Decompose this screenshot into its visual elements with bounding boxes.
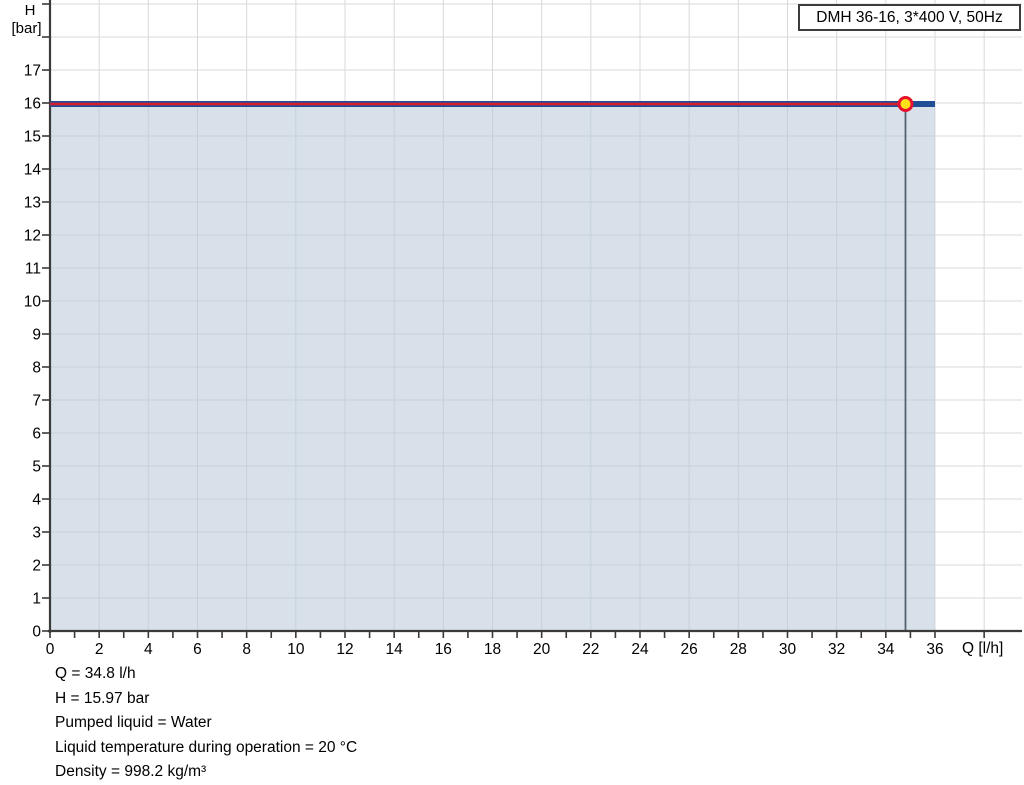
y-tick-label: 2 — [32, 558, 41, 575]
y-tick-label: 4 — [32, 492, 41, 509]
y-tick-label: 10 — [24, 294, 42, 311]
operating-point-marker — [897, 95, 914, 112]
y-tick-label: 13 — [24, 195, 41, 212]
x-tick-label: 22 — [582, 641, 599, 658]
legend-label: DMH 36-16, 3*400 V, 50Hz — [816, 8, 1003, 26]
x-tick-label: 10 — [287, 641, 305, 658]
y-tick-label: 9 — [32, 327, 41, 344]
x-axis-unit: Q [l/h] — [962, 640, 1004, 657]
y-tick-label: 11 — [25, 261, 41, 278]
y-tick-label: 5 — [32, 459, 41, 476]
x-tick-label: 34 — [877, 641, 895, 658]
y-tick-label: 7 — [32, 393, 41, 410]
y-tick-label: 15 — [24, 129, 41, 146]
x-tick-label: 30 — [779, 641, 797, 658]
y-tick-label: 3 — [32, 525, 41, 542]
info-liquid: Pumped liquid = Water — [55, 714, 212, 732]
x-tick-label: 6 — [193, 641, 202, 658]
x-tick-label: 28 — [730, 641, 747, 658]
y-tick-label: 1 — [32, 591, 41, 608]
x-tick-label: 14 — [386, 641, 404, 658]
x-tick-label: 2 — [95, 641, 104, 658]
pump-curve-chart: 0 2 4 6 8 10 12 14 16 18 20 22 24 26 28 30 32 34 360123456… — [24, 0, 1022, 658]
y-axis-unit-h: H — [24, 2, 36, 19]
y-tick-label: 16 — [24, 96, 41, 113]
y-axis-unit-bar: [bar] — [11, 20, 42, 37]
x-tick-label: 26 — [681, 641, 698, 658]
x-tick-label: 18 — [484, 641, 501, 658]
info-temperature: Liquid temperature during operation = 20… — [55, 738, 358, 756]
duty-info-block: Q = 34.8 l/h H = 15.97 bar Pumped liquid… — [55, 662, 357, 785]
x-tick-label: 0 — [46, 641, 55, 658]
y-tick-label: 8 — [32, 360, 41, 377]
info-flow: Q = 34.8 l/h — [55, 665, 136, 682]
x-tick-label: 8 — [242, 641, 251, 658]
x-tick-label: 16 — [435, 641, 452, 658]
x-tick-label: 32 — [828, 641, 845, 658]
legend-box: DMH 36-16, 3*400 V, 50Hz — [798, 4, 1021, 31]
y-tick-label: 6 — [32, 426, 41, 443]
info-density: Density = 998.2 kg/m³ — [55, 763, 207, 781]
x-tick-label: 36 — [926, 641, 943, 658]
y-tick-label: 12 — [24, 228, 41, 245]
info-head: H = 15.97 bar — [55, 689, 150, 707]
area-under-curve — [50, 103, 935, 632]
x-tick-label: 12 — [336, 641, 353, 658]
y-tick-label: 14 — [24, 162, 42, 179]
x-tick-label: 4 — [144, 641, 153, 658]
y-tick-label: 17 — [24, 63, 41, 80]
x-tick-label: 20 — [533, 641, 551, 658]
y-tick-label: 0 — [32, 624, 41, 641]
x-tick-label: 24 — [631, 641, 649, 658]
